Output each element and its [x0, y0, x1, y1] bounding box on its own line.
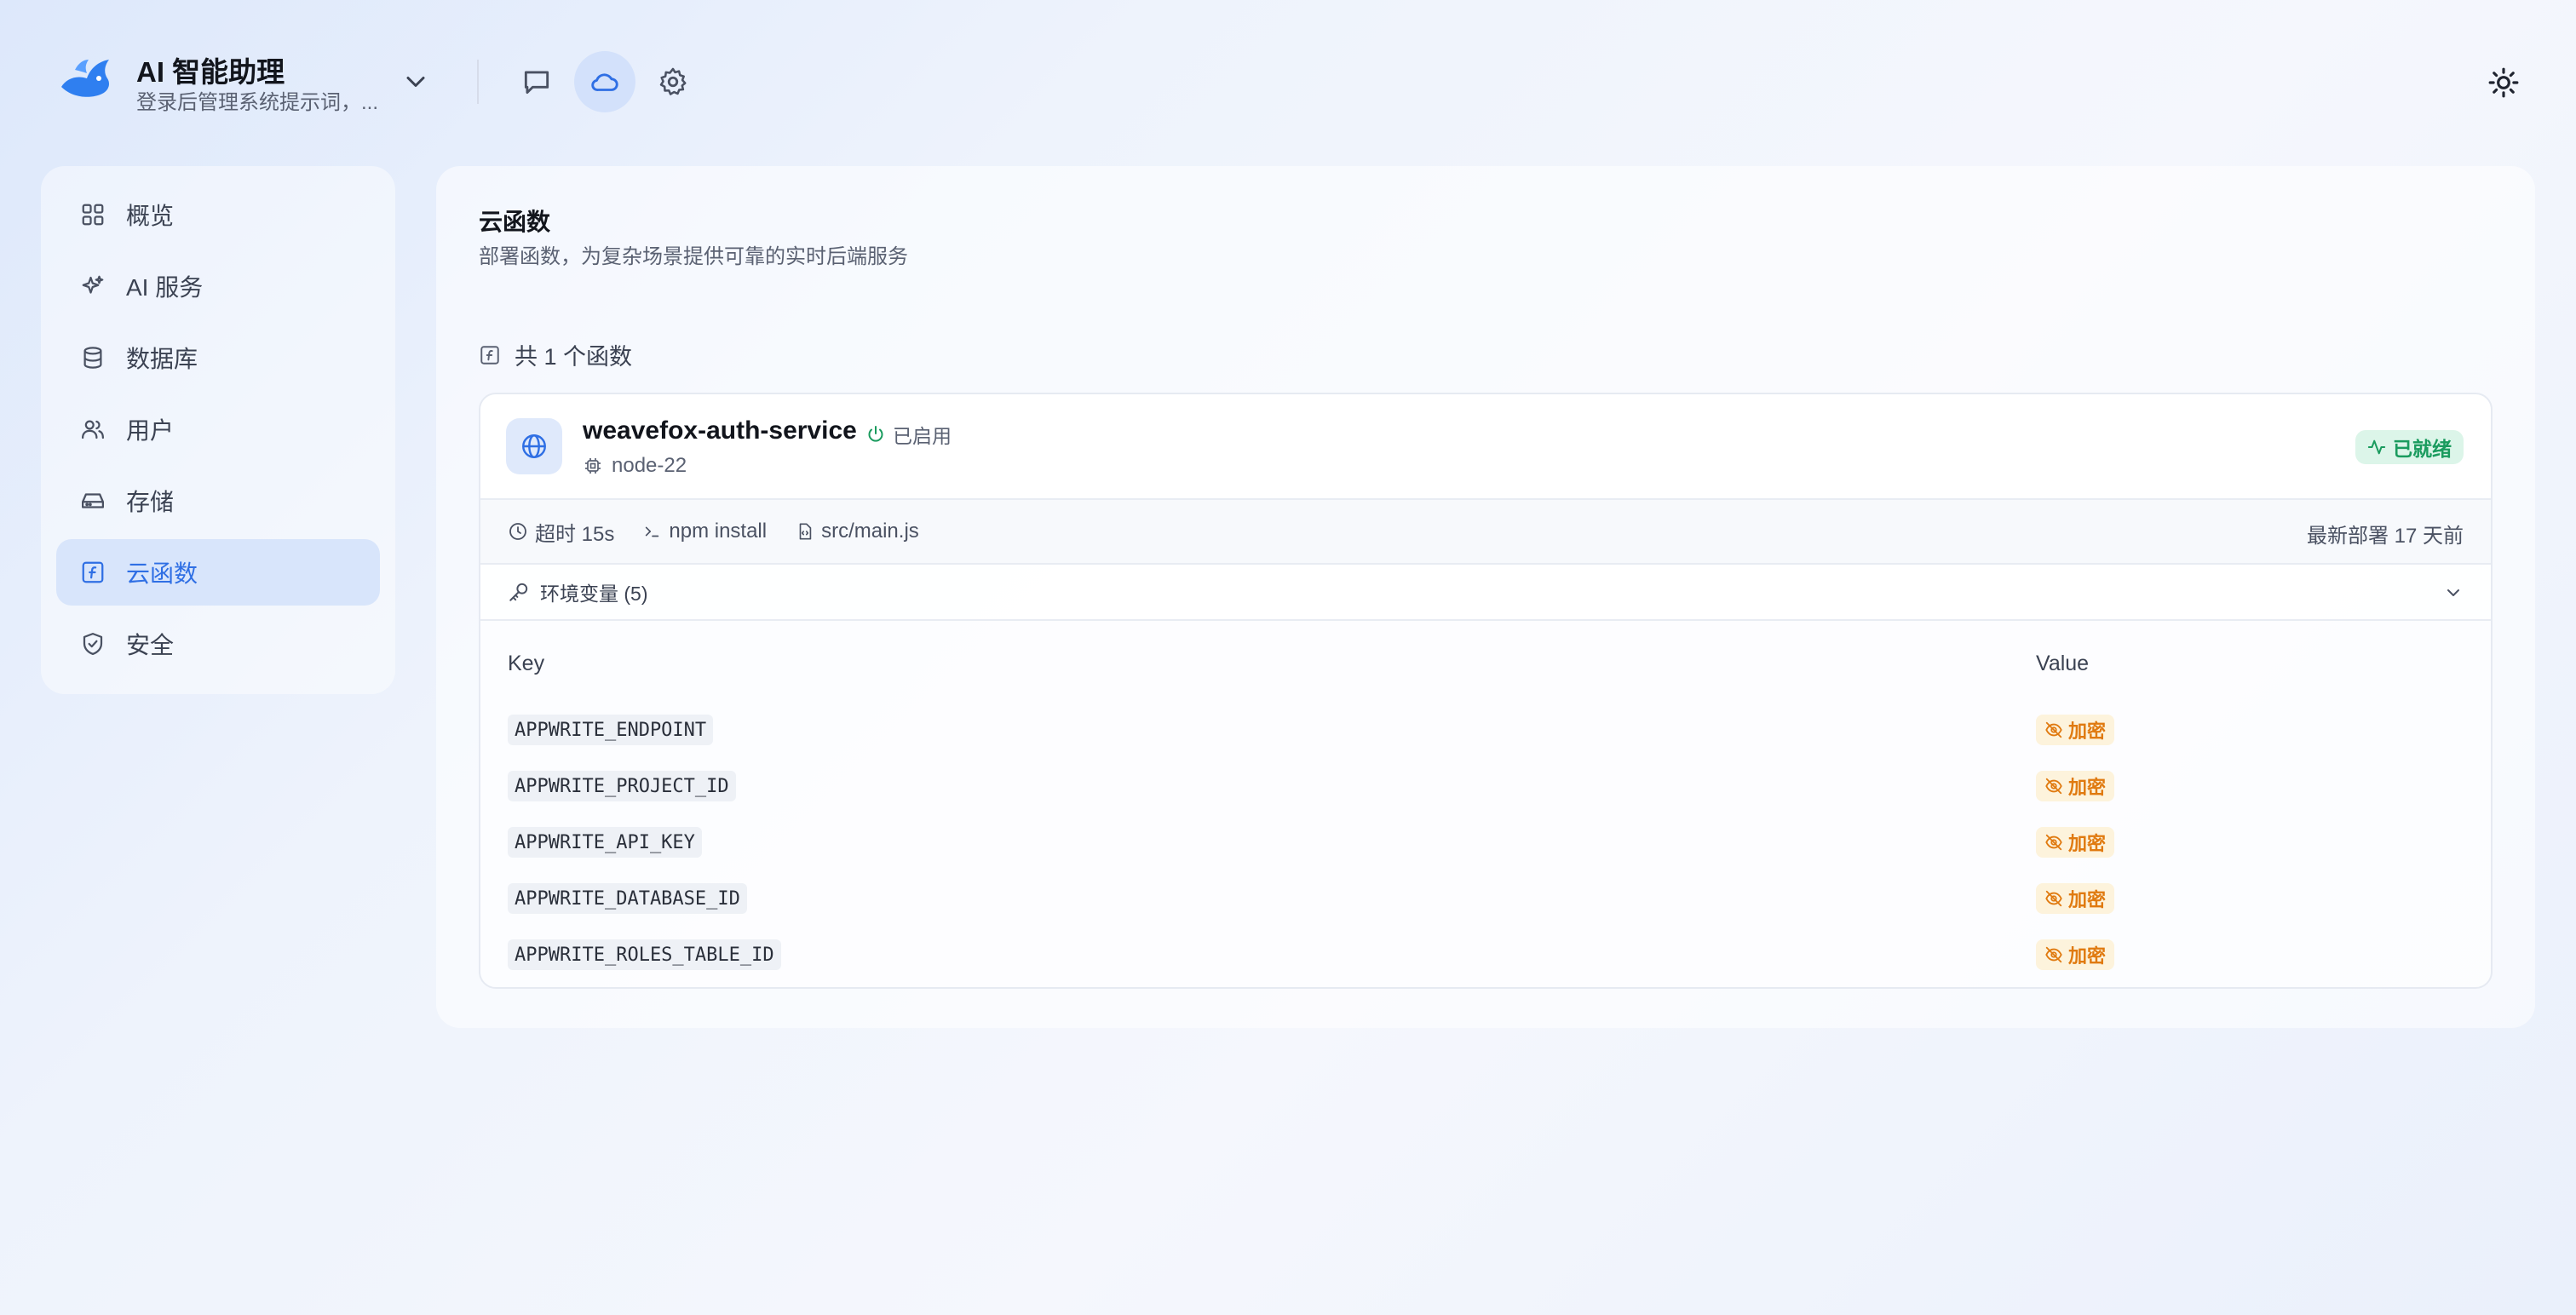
- build-command-label: npm install: [669, 520, 768, 543]
- power-icon: [868, 426, 883, 442]
- env-vars-label: 环境变量 (5): [540, 583, 648, 605]
- globe-icon: [506, 418, 562, 474]
- app-subtitle: 登录后管理系统提示词，...: [136, 91, 379, 114]
- eye-off-icon: [2045, 778, 2062, 795]
- sidebar-item-database[interactable]: 数据库: [56, 324, 380, 391]
- encrypted-badge: 加密: [2036, 715, 2115, 745]
- entrypoint-label: src/main.js: [821, 520, 919, 543]
- settings-button[interactable]: [642, 51, 704, 112]
- eye-off-icon: [2045, 834, 2062, 851]
- sidebar-item-label: 存储: [126, 489, 175, 515]
- encrypted-badge: 加密: [2036, 771, 2115, 801]
- sidebar-item-label: 用户: [126, 417, 175, 444]
- key-icon: [509, 583, 528, 601]
- clock-icon: [509, 523, 526, 540]
- encrypted-label: 加密: [2068, 777, 2107, 798]
- table-header-key: Key: [508, 652, 545, 675]
- cloud-button[interactable]: [574, 51, 635, 112]
- encrypted-badge: 加密: [2036, 939, 2115, 970]
- table-row: APPWRITE_API_KEY 加密: [480, 815, 2491, 871]
- sidebar-item-label: 数据库: [126, 346, 198, 372]
- app-title: AI 智能助理: [136, 56, 285, 88]
- sidebar-item-overview[interactable]: 概览: [56, 181, 380, 248]
- sidebar-item-cloud-functions[interactable]: 云函数: [56, 539, 380, 606]
- enabled-label: 已启用: [893, 425, 952, 447]
- runtime: node-22: [583, 454, 687, 478]
- encrypted-label: 加密: [2068, 945, 2107, 967]
- hard-drive-icon: [78, 486, 107, 515]
- last-deploy: 最新部署 17 天前: [2306, 525, 2464, 548]
- build-command: npm install: [643, 520, 767, 543]
- timeout-label: 超时 15s: [535, 522, 615, 546]
- entrypoint: src/main.js: [796, 520, 919, 543]
- sidebar-item-label: 云函数: [126, 560, 198, 587]
- function-card-header: weavefox-auth-service 已启用 node-22 已就绪: [480, 394, 2491, 500]
- encrypted-label: 加密: [2068, 721, 2107, 742]
- sidebar-item-ai-service[interactable]: AI 服务: [56, 253, 380, 319]
- users-icon: [78, 415, 107, 444]
- chat-icon: [524, 71, 549, 95]
- page-title: 云函数: [479, 209, 551, 235]
- status-badge: 已就绪: [2355, 430, 2464, 464]
- shield-icon: [78, 629, 107, 658]
- chat-button[interactable]: [506, 51, 567, 112]
- env-key: APPWRITE_ROLES_TABLE_ID: [508, 939, 781, 970]
- env-key: APPWRITE_PROJECT_ID: [508, 771, 736, 801]
- env-key: APPWRITE_DATABASE_ID: [508, 883, 747, 914]
- chevron-down-icon[interactable]: [400, 66, 431, 97]
- function-icon: [78, 558, 107, 587]
- gear-icon: [659, 67, 687, 95]
- timeout: 超时 15s: [508, 517, 614, 547]
- file-code-icon: [799, 523, 812, 540]
- function-meta-row: 超时 15s npm install src/main.js 最新部署 17 天…: [480, 500, 2491, 565]
- eye-off-icon: [2045, 721, 2062, 738]
- sidebar-item-label: 概览: [126, 203, 175, 229]
- table-row: APPWRITE_PROJECT_ID 加密: [480, 759, 2491, 815]
- top-header: AI 智能助理 登录后管理系统提示词，...: [0, 0, 2576, 162]
- sidebar-item-users[interactable]: 用户: [56, 396, 380, 462]
- page-description: 部署函数，为复杂场景提供可靠的实时后端服务: [479, 245, 908, 268]
- function-card[interactable]: weavefox-auth-service 已启用 node-22 已就绪 超时…: [479, 393, 2493, 989]
- table-row: APPWRITE_ROLES_TABLE_ID 加密: [480, 927, 2491, 984]
- table-row: APPWRITE_ENDPOINT 加密: [480, 703, 2491, 759]
- terminal-icon: [646, 526, 659, 537]
- chevron-down-icon[interactable]: [2443, 583, 2464, 603]
- function-icon: [480, 345, 499, 365]
- runtime-label: node-22: [612, 454, 687, 477]
- env-key: APPWRITE_API_KEY: [508, 827, 702, 858]
- eye-off-icon: [2045, 890, 2062, 907]
- header-divider: [477, 60, 479, 104]
- function-count-label: 共 1 个函数: [515, 344, 633, 370]
- sidebar-item-storage[interactable]: 存储: [56, 468, 380, 534]
- sidebar-item-label: AI 服务: [126, 274, 204, 301]
- enabled-status: 已启用: [865, 420, 952, 449]
- database-icon: [78, 343, 107, 372]
- app-logo-icon: [61, 60, 109, 97]
- env-vars-toggle[interactable]: 环境变量 (5): [480, 565, 2491, 621]
- status-label: 已就绪: [2393, 438, 2452, 460]
- main-panel: 云函数 部署函数，为复杂场景提供可靠的实时后端服务 共 1 个函数 weavef…: [436, 166, 2535, 1028]
- encrypted-label: 加密: [2068, 833, 2107, 854]
- sidebar-item-label: 安全: [126, 632, 175, 658]
- encrypted-label: 加密: [2068, 889, 2107, 910]
- function-count: 共 1 个函数: [479, 338, 632, 371]
- function-name[interactable]: weavefox-auth-service: [583, 416, 857, 445]
- env-key: APPWRITE_ENDPOINT: [508, 715, 714, 745]
- cloud-icon: [591, 73, 618, 91]
- sidebar: 概览 AI 服务 数据库 用户 存储 云函数 安全: [41, 166, 395, 694]
- activity-icon: [2367, 439, 2386, 455]
- grid-icon: [78, 200, 107, 229]
- eye-off-icon: [2045, 946, 2062, 963]
- cpu-icon: [585, 458, 601, 474]
- table-row: APPWRITE_DATABASE_ID 加密: [480, 871, 2491, 927]
- sparkles-icon: [78, 272, 107, 301]
- table-header-value: Value: [2036, 652, 2090, 675]
- encrypted-badge: 加密: [2036, 827, 2115, 858]
- sun-icon[interactable]: [2487, 66, 2520, 99]
- encrypted-badge: 加密: [2036, 883, 2115, 914]
- sidebar-item-security[interactable]: 安全: [56, 611, 380, 677]
